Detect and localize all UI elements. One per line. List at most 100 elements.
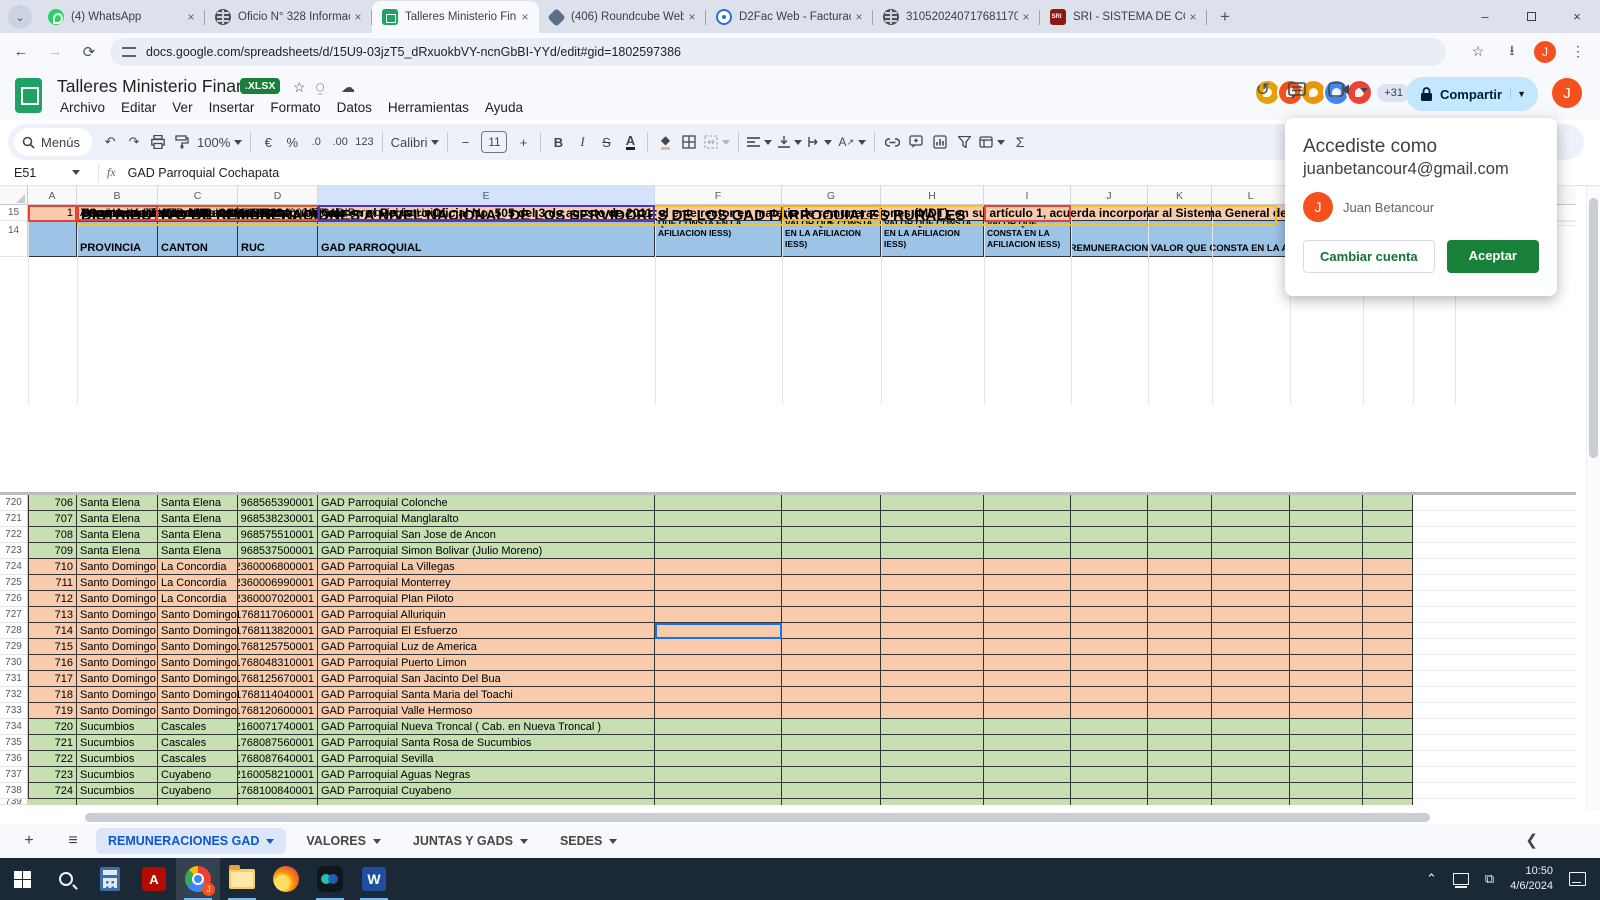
cell[interactable] (782, 735, 881, 751)
cell[interactable] (1212, 575, 1290, 591)
bookmark-star-icon[interactable]: ☆ (1466, 40, 1490, 64)
cell[interactable] (1148, 799, 1212, 805)
cell[interactable] (1290, 591, 1363, 607)
font-size-input[interactable]: 11 (481, 131, 507, 153)
row-header-739[interactable]: 739 (0, 799, 28, 805)
cell[interactable]: Santo Domingo de (77, 623, 158, 639)
cell[interactable] (782, 687, 881, 703)
cell[interactable] (782, 623, 881, 639)
downloads-icon[interactable]: ⭳ (1500, 40, 1524, 64)
cell[interactable] (1363, 575, 1413, 591)
cell[interactable] (1148, 751, 1212, 767)
browser-tab[interactable]: 31052024071768117060001200× (873, 1, 1040, 33)
cell[interactable]: 712 (28, 591, 77, 607)
cell[interactable] (1290, 543, 1363, 559)
cell[interactable] (1290, 783, 1363, 799)
cell[interactable]: GAD Parroquial El Esfuerzo (318, 623, 655, 639)
row-header-722[interactable]: 722 (0, 527, 28, 543)
cell[interactable] (1363, 655, 1413, 671)
cell[interactable]: La Concordia (158, 575, 238, 591)
increase-decimals-icon[interactable]: .00 (328, 129, 352, 155)
cell[interactable] (1290, 703, 1363, 719)
row-header-730[interactable]: 730 (0, 655, 28, 671)
insert-chart-icon[interactable] (928, 129, 952, 155)
percent-format-icon[interactable]: % (280, 129, 304, 155)
menu-datos[interactable]: Datos (329, 98, 380, 117)
cell[interactable] (984, 655, 1071, 671)
cell[interactable] (1212, 559, 1290, 575)
cell[interactable] (655, 655, 782, 671)
cell[interactable] (1212, 543, 1290, 559)
cell[interactable] (1290, 607, 1363, 623)
cell[interactable] (1212, 623, 1290, 639)
create-filter-icon[interactable] (952, 129, 976, 155)
cell[interactable] (881, 559, 984, 575)
account-avatar[interactable]: J (1552, 78, 1582, 108)
cell[interactable] (1148, 495, 1212, 511)
cell[interactable] (984, 543, 1071, 559)
row-header-737[interactable]: 737 (0, 767, 28, 783)
browser-tab[interactable]: (406) Roundcube Webmail :: En× (539, 1, 706, 33)
cell[interactable]: Santo Domingo (158, 687, 238, 703)
cell[interactable]: Santo Domingo (158, 639, 238, 655)
cell[interactable]: 2360006800001 (238, 559, 318, 575)
cell[interactable] (782, 751, 881, 767)
cell[interactable] (984, 527, 1071, 543)
cell[interactable]: Santa Elena (77, 527, 158, 543)
cell[interactable] (1071, 511, 1148, 527)
cell[interactable]: 1768100840001 (238, 783, 318, 799)
cell[interactable]: Santo Domingo (158, 655, 238, 671)
cell[interactable]: 720 (28, 719, 77, 735)
taskbar-webex-icon[interactable] (308, 858, 352, 900)
browser-tab[interactable]: Talleres Ministerio Finanzas.xlsx× (372, 1, 539, 33)
cell[interactable] (782, 607, 881, 623)
column-header-K[interactable]: K (1148, 186, 1212, 205)
cell[interactable] (1071, 495, 1148, 511)
cell[interactable]: 2160058210001 (238, 767, 318, 783)
cell[interactable] (984, 671, 1071, 687)
cell[interactable] (881, 767, 984, 783)
cell[interactable] (881, 543, 984, 559)
increase-font-icon[interactable]: + (511, 129, 535, 155)
select-all-corner[interactable] (0, 186, 28, 205)
sheet-tab-caret-icon[interactable] (266, 839, 274, 844)
cell[interactable] (782, 719, 881, 735)
cell[interactable] (1212, 703, 1290, 719)
row-header-728[interactable]: 728 (0, 623, 28, 639)
cell[interactable]: 714 (28, 623, 77, 639)
borders-icon[interactable] (677, 129, 701, 155)
cell[interactable] (655, 591, 782, 607)
cell[interactable]: Cuyabeno (158, 783, 238, 799)
cell[interactable] (1071, 719, 1148, 735)
cell[interactable]: GAD Parroquial Manglaralto (318, 511, 655, 527)
cell[interactable]: 706 (28, 495, 77, 511)
cell[interactable] (984, 559, 1071, 575)
cell[interactable] (881, 495, 984, 511)
menu-insertar[interactable]: Insertar (201, 98, 263, 117)
browser-tab[interactable]: SRI - SISTEMA DE COMPROBA× (1040, 1, 1207, 33)
cell[interactable] (782, 671, 881, 687)
cell[interactable] (1071, 703, 1148, 719)
url-bar[interactable]: docs.google.com/spreadsheets/d/15U9-03jz… (110, 38, 1446, 66)
number-format-icon[interactable]: 123 (352, 129, 376, 155)
cell[interactable] (1363, 495, 1413, 511)
cell[interactable]: Santo Domingo (158, 703, 238, 719)
row-header-726[interactable]: 726 (0, 591, 28, 607)
cell[interactable] (1290, 511, 1363, 527)
cell[interactable] (984, 639, 1071, 655)
cell[interactable] (1212, 591, 1290, 607)
insert-link-icon[interactable] (880, 129, 904, 155)
sheet-tab-caret-icon[interactable] (609, 839, 617, 844)
cell[interactable]: GAD Parroquial Colonche (318, 495, 655, 511)
cell[interactable] (1071, 639, 1148, 655)
cell[interactable] (782, 511, 881, 527)
cell[interactable] (655, 607, 782, 623)
cell[interactable] (1363, 703, 1413, 719)
cell[interactable] (1290, 767, 1363, 783)
cell[interactable]: Santa Elena (77, 511, 158, 527)
cell[interactable]: 717 (28, 671, 77, 687)
cell[interactable] (1290, 719, 1363, 735)
cell[interactable] (984, 575, 1071, 591)
cell[interactable] (1148, 671, 1212, 687)
cell[interactable] (1363, 607, 1413, 623)
